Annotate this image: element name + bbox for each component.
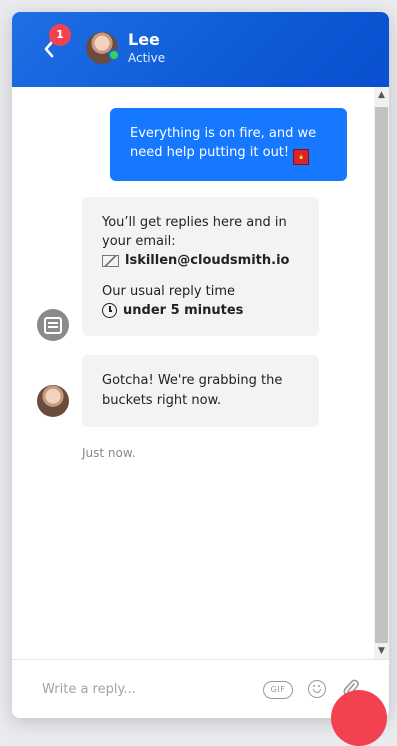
reply-time-value: under 5 minutes <box>123 303 244 318</box>
message-scrollbar[interactable]: ▲ ▼ <box>374 87 389 659</box>
user-message-text: Everything is on fire, and we need help … <box>130 126 317 160</box>
agent-status: Active <box>128 51 166 65</box>
agent-avatar-message <box>37 385 69 417</box>
scroll-up-arrow-icon[interactable]: ▲ <box>374 87 389 103</box>
reply-time-row: under 5 minutes <box>102 301 299 320</box>
replies-text: You’ll get replies here and in your emai… <box>102 215 287 249</box>
fire-emoji-icon: 🔥 <box>293 149 310 165</box>
email-address: lskillen@cloudsmith.io <box>125 253 290 268</box>
agent-reply-bubble: Gotcha! We're grabbing the buckets right… <box>82 355 319 427</box>
messenger-panel: 1 Lee Active Everything is on fire, and … <box>12 12 389 718</box>
reply-info-bubble: You’ll get replies here and in your emai… <box>82 197 319 336</box>
online-status-dot <box>108 49 120 61</box>
launcher-button[interactable] <box>331 690 387 746</box>
conversation-header: 1 Lee Active <box>12 12 389 87</box>
gif-button[interactable]: GIF <box>263 681 293 699</box>
scroll-down-arrow-icon[interactable]: ▼ <box>374 643 389 659</box>
bot-icon <box>44 316 62 334</box>
message-timestamp: Just now. <box>82 446 136 460</box>
user-message-bubble: Everything is on fire, and we need help … <box>110 108 347 181</box>
agent-avatar-header <box>86 32 120 64</box>
message-list[interactable]: Everything is on fire, and we need help … <box>12 87 374 659</box>
clock-icon <box>102 303 117 318</box>
unread-badge: 1 <box>49 24 71 46</box>
bot-avatar <box>37 309 69 341</box>
reply-time-label: Our usual reply time <box>102 284 236 299</box>
emoji-icon[interactable] <box>308 680 326 698</box>
agent-name: Lee <box>128 30 160 49</box>
reply-input[interactable] <box>40 678 254 700</box>
agent-reply-text: Gotcha! We're grabbing the buckets right… <box>102 373 283 408</box>
scrollbar-thumb[interactable] <box>375 107 388 643</box>
email-row: lskillen@cloudsmith.io <box>102 251 299 270</box>
envelope-icon <box>102 254 119 267</box>
